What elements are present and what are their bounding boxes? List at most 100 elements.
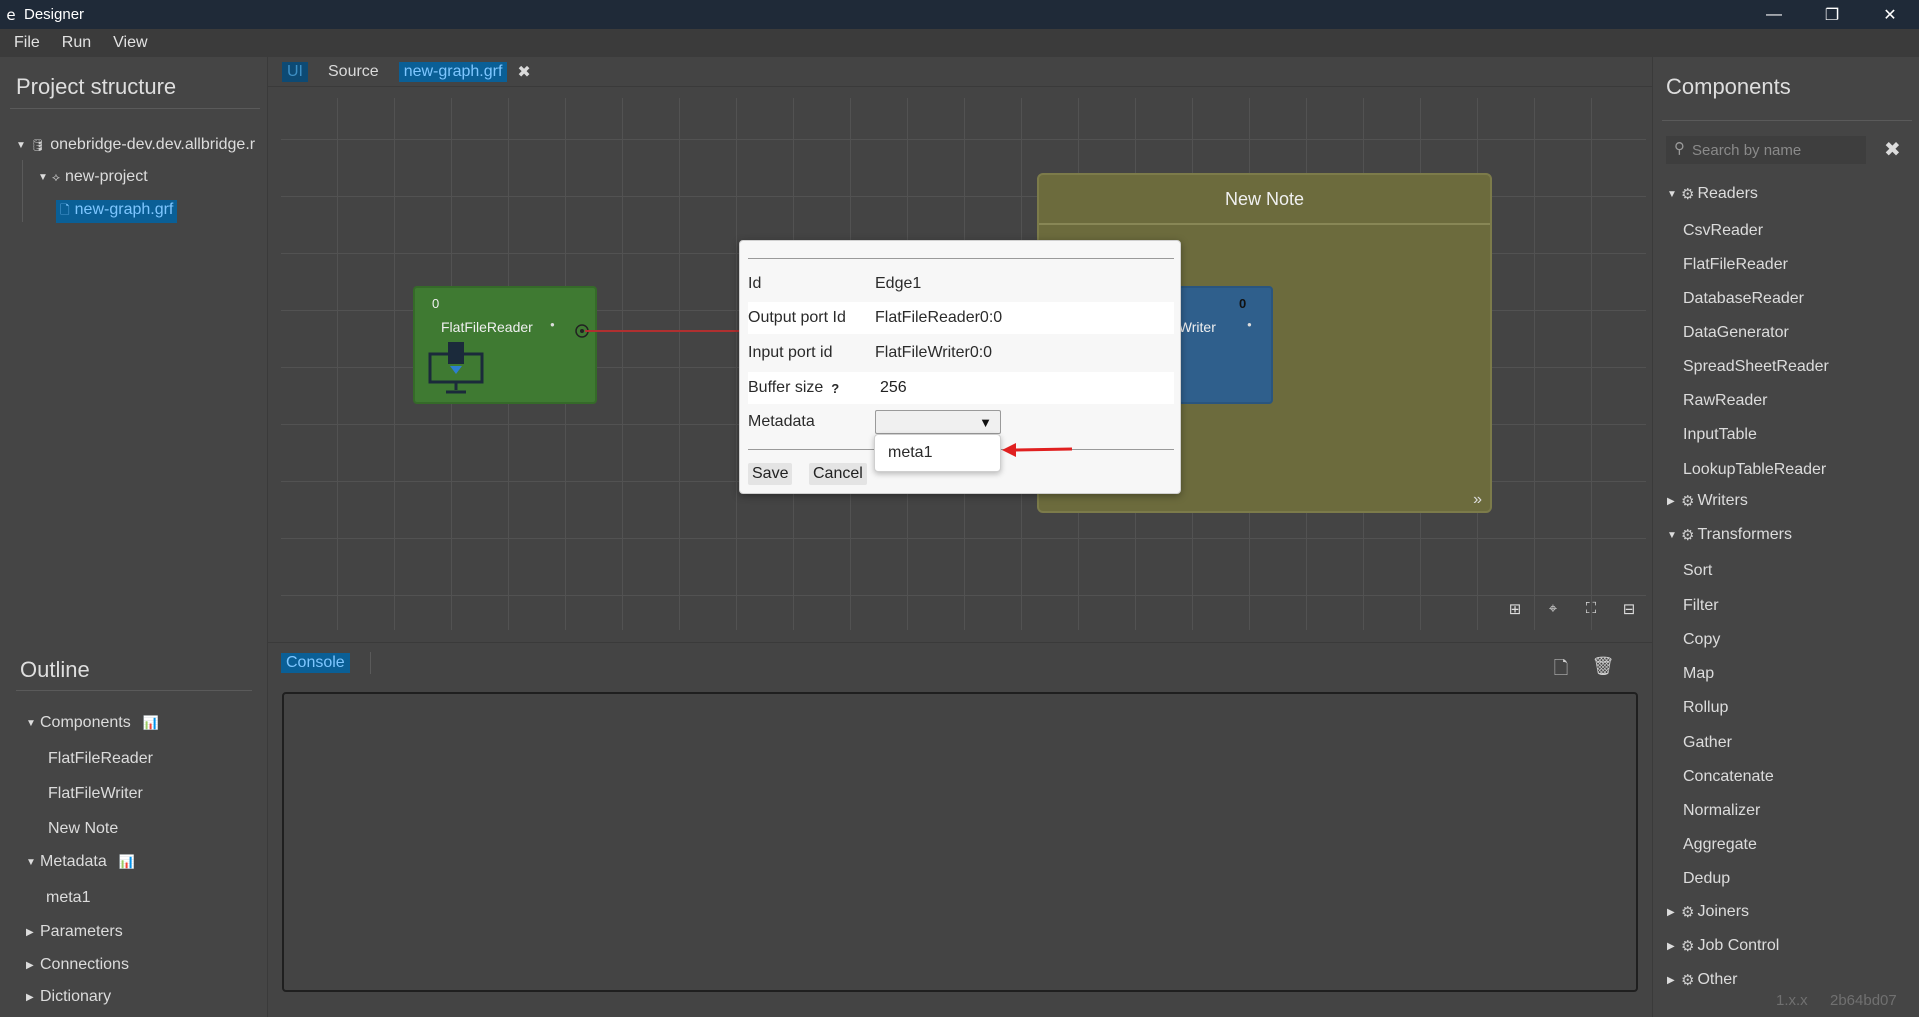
console-toolbar: 🗋 🗑 <box>1540 656 1624 686</box>
divider <box>1662 120 1912 121</box>
close-icon[interactable]: ✕ <box>1861 0 1919 29</box>
tab-ui[interactable]: UI <box>282 61 308 82</box>
menu-run[interactable]: Run <box>62 34 91 52</box>
expand-icon[interactable]: ▶ <box>1667 975 1681 986</box>
fit-screen-icon[interactable]: ⛶ <box>1572 600 1610 618</box>
tab-source[interactable]: Source <box>328 63 379 81</box>
outline-dictionary[interactable]: ▶ Dictionary <box>26 988 111 1006</box>
component-item[interactable]: Map <box>1683 665 1714 683</box>
category-joiners[interactable]: ▶ ⚙ Joiners <box>1667 903 1749 921</box>
flatfilereader-node[interactable]: 0 FlatFileReader ● <box>413 286 597 404</box>
component-item[interactable]: Sort <box>1683 562 1712 580</box>
dropdown-arrow-icon[interactable]: ▼ <box>979 415 992 430</box>
port-dot-icon: ● <box>1247 320 1252 329</box>
menu-file[interactable]: File <box>14 34 40 52</box>
collapse-icon[interactable]: ▼ <box>1667 530 1681 541</box>
component-item[interactable]: CsvReader <box>1683 222 1763 240</box>
collapse-icon[interactable]: ▼ <box>16 140 30 151</box>
outline-components[interactable]: ▼ Components 📊 <box>26 714 159 732</box>
dropdown-option[interactable]: meta1 <box>888 444 932 462</box>
node-count: 0 <box>432 296 440 311</box>
category-writers[interactable]: ▶ ⚙ Writers <box>1667 492 1748 510</box>
cancel-button[interactable]: Cancel <box>809 463 867 485</box>
metadata-select[interactable]: ▼ <box>875 410 1001 434</box>
component-item[interactable]: Gather <box>1683 734 1732 752</box>
menu-bar: File Run View <box>0 29 1919 57</box>
outline-item[interactable]: meta1 <box>46 889 90 907</box>
component-item[interactable]: RawReader <box>1683 392 1767 410</box>
zoom-in-icon[interactable]: ⊞ <box>1496 600 1534 618</box>
console-tabs: Console <box>281 650 371 676</box>
chart-icon[interactable]: 📊 <box>119 854 135 870</box>
menu-view[interactable]: View <box>113 34 147 52</box>
divider <box>16 690 252 691</box>
category-readers[interactable]: ▼ ⚙ Readers <box>1667 185 1758 203</box>
outline-item[interactable]: FlatFileWriter <box>48 785 143 803</box>
database-icon: 🛢 <box>30 138 46 152</box>
component-item[interactable]: FlatFileReader <box>1683 256 1788 274</box>
outline-item[interactable]: FlatFileReader <box>48 750 153 768</box>
save-button[interactable]: Save <box>748 463 793 485</box>
zoom-out-icon[interactable]: ⊟ <box>1610 600 1648 618</box>
version-label: 1.x.x <box>1776 992 1808 1009</box>
component-item[interactable]: InputTable <box>1683 426 1757 444</box>
component-item[interactable]: Normalizer <box>1683 802 1760 820</box>
outline-connections[interactable]: ▶ Connections <box>26 956 129 974</box>
component-item[interactable]: DataGenerator <box>1683 324 1789 342</box>
collapse-icon[interactable]: ▼ <box>26 718 40 729</box>
components-title: Components <box>1666 74 1791 99</box>
outline-item[interactable]: New Note <box>48 820 118 838</box>
collapse-icon[interactable]: ▼ <box>38 172 52 183</box>
component-item[interactable]: LookupTableReader <box>1683 461 1826 479</box>
expand-icon[interactable]: ▶ <box>1667 941 1681 952</box>
category-job-control[interactable]: ▶ ⚙ Job Control <box>1667 937 1779 955</box>
component-item[interactable]: Copy <box>1683 631 1720 649</box>
gear-icon: ⚙ <box>1681 186 1695 203</box>
component-item[interactable]: Rollup <box>1683 699 1728 717</box>
clear-search-icon[interactable]: ✖ <box>1884 137 1901 162</box>
help-icon[interactable]: ? <box>831 381 839 396</box>
tree-file[interactable]: 🗋 new-graph.grf <box>56 200 178 223</box>
gear-icon: ⚙ <box>1681 527 1695 544</box>
category-other[interactable]: ▶ ⚙ Other <box>1667 971 1737 989</box>
expand-icon[interactable]: ▶ <box>26 960 40 971</box>
category-transformers[interactable]: ▼ ⚙ Transformers <box>1667 526 1792 544</box>
component-item[interactable]: Dedup <box>1683 870 1730 888</box>
component-item[interactable]: Filter <box>1683 597 1719 615</box>
expand-note-icon[interactable]: » <box>1473 491 1482 509</box>
console-output[interactable] <box>282 692 1638 992</box>
minimize-icon[interactable]: — <box>1745 0 1803 29</box>
component-item[interactable]: Aggregate <box>1683 836 1757 854</box>
tab-console[interactable]: Console <box>281 653 350 673</box>
component-item[interactable]: SpreadSheetReader <box>1683 358 1829 376</box>
new-file-icon[interactable]: 🗋 <box>1540 656 1582 686</box>
outline-metadata[interactable]: ▼ Metadata 📊 <box>26 853 135 871</box>
outline-title: Outline <box>20 657 90 682</box>
collapse-icon[interactable]: ▼ <box>1667 189 1681 200</box>
tree-project[interactable]: ▼ ⟡ new-project <box>38 168 148 186</box>
trash-icon[interactable]: 🗑 <box>1582 656 1624 686</box>
app-icon: e <box>6 5 16 24</box>
buffer-size-input[interactable] <box>875 374 1115 402</box>
search-icon: ⚲ <box>1674 140 1685 157</box>
expand-icon[interactable]: ▶ <box>26 927 40 938</box>
outline-parameters[interactable]: ▶ Parameters <box>26 923 123 941</box>
component-item[interactable]: Concatenate <box>1683 768 1774 786</box>
component-item[interactable]: DatabaseReader <box>1683 290 1804 308</box>
tree-server[interactable]: ▼ 🛢 onebridge-dev.dev.allbridge.r <box>16 136 255 154</box>
center-icon[interactable]: ⌖ <box>1534 600 1572 618</box>
tree-guide <box>22 160 23 222</box>
expand-icon[interactable]: ▶ <box>1667 907 1681 918</box>
tab-file[interactable]: new-graph.grf <box>398 61 508 82</box>
maximize-icon[interactable]: ❐ <box>1803 0 1861 29</box>
search-input[interactable] <box>1666 136 1866 164</box>
expand-icon[interactable]: ▶ <box>26 992 40 1003</box>
editor-tabs: UI Source new-graph.grf ✖ <box>268 57 1652 87</box>
gear-icon: ⚙ <box>1681 938 1695 955</box>
expand-icon[interactable]: ▶ <box>1667 496 1681 507</box>
close-tab-icon[interactable]: ✖ <box>517 62 530 82</box>
edge-line[interactable] <box>585 330 745 332</box>
field-input-port: Input port id FlatFileWriter0:0 <box>748 344 993 361</box>
chart-icon[interactable]: 📊 <box>143 715 159 731</box>
collapse-icon[interactable]: ▼ <box>26 857 40 868</box>
